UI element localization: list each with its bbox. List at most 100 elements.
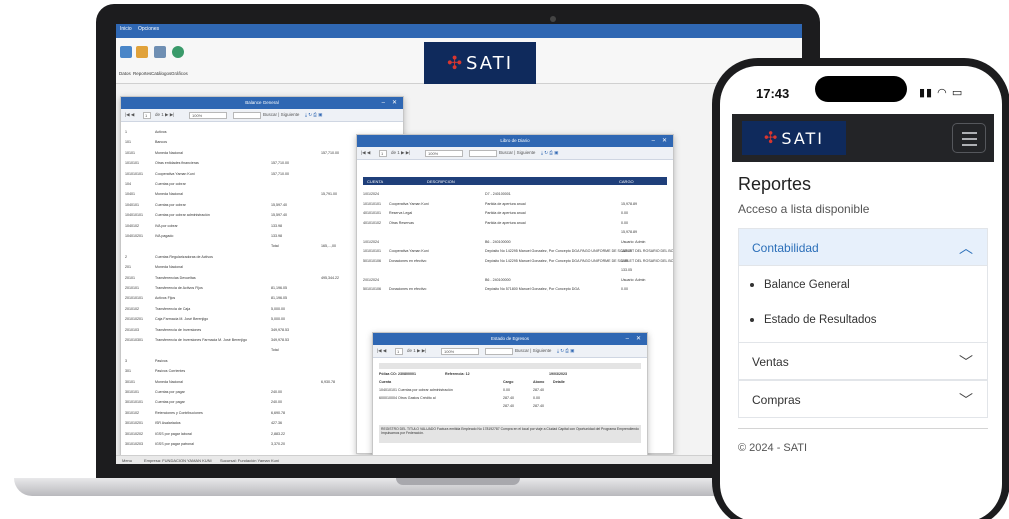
table-cell: ISR Asalariados [155, 421, 181, 426]
ribbon-label: Datos [119, 71, 131, 76]
diary-header: CUENTA DESCRIPCION CARGO [363, 177, 667, 185]
sati-logo-mark-icon: ✣ [446, 52, 463, 73]
minimize-icon[interactable]: – [652, 135, 655, 147]
accordion-compras[interactable]: Compras ﹀ [738, 380, 988, 418]
table-cell: 240.00 [271, 400, 282, 405]
nav-first-icon[interactable]: |◀ ◀ [125, 112, 134, 118]
table-cell: 5,000.00 [271, 306, 285, 311]
table-row: 401010102 Otras Reservas Partida de apertu… [357, 220, 673, 228]
table-cell: 0.00 [503, 388, 510, 392]
table-cell: Transferencia de Caja [155, 306, 191, 311]
table-cell: 301 [125, 369, 131, 374]
table-cell: Partida de apertura anual [485, 201, 526, 206]
accordion-label: Compras [752, 393, 801, 407]
table-cell: Otras Reservas [389, 220, 414, 225]
reports-icon [136, 46, 148, 58]
table-cell: 101010101 [363, 201, 381, 206]
table-cell: 501010106 [363, 287, 381, 291]
table-cell: Moneda Nacional [155, 150, 183, 155]
table-cell: Cuentas por cobrar [155, 202, 186, 207]
status-company: Empresa: FUNDACION YAMAN KUNI [144, 458, 212, 463]
report-link-balance-general[interactable]: Balance General [750, 279, 850, 291]
search-input[interactable] [233, 112, 261, 119]
nav-first-icon[interactable]: |◀ ◀ [361, 150, 370, 156]
accordion-contabilidad[interactable]: Contabilidad ︿ [738, 228, 988, 266]
tab-inicio[interactable]: Inicio [120, 26, 132, 32]
column-header: CUENTA [367, 179, 384, 184]
ribbon-label: Reportes [133, 71, 152, 76]
table-cell: Transferencia de Inversiones [155, 327, 202, 332]
table-cell: IVA pagado [155, 234, 174, 238]
desktop-app: Inicio Opciones Datos Reportes Catálogos… [116, 24, 802, 464]
table-cell: Total [271, 244, 279, 249]
nav-last-icon[interactable]: de 1 ▶ ▶| [155, 112, 174, 118]
accordion-ventas[interactable]: Ventas ﹀ [738, 342, 988, 380]
window-title-text: Estado de Egresos [490, 336, 530, 341]
table-cell: 495,344.22 [321, 275, 339, 280]
window-title-text: Libro de Diario [500, 138, 530, 143]
bullet-icon [750, 317, 754, 322]
report-link-estado-resultados[interactable]: Estado de Resultados [750, 314, 877, 326]
logo-text: SATI [781, 128, 825, 148]
export-icon[interactable]: ⤓ ↻ ⎙ ▣ [541, 150, 558, 156]
footer-divider [738, 428, 988, 429]
table-cell: 6,690.78 [271, 410, 285, 415]
zoom-value: 100% [192, 113, 203, 118]
table-cell: 133.05 [621, 268, 632, 272]
hamburger-icon [962, 144, 977, 146]
table-cell: 81,196.05 [271, 286, 287, 290]
table-row: 501010106 Donaciones en efectivo Depósito … [357, 286, 673, 294]
zoom-select[interactable]: 100% [189, 112, 227, 119]
table-cell: IGSS por pagar laboral [155, 431, 192, 436]
search-input[interactable] [469, 150, 497, 157]
status-menu[interactable]: Menu [122, 458, 132, 463]
page-input[interactable]: 1 [395, 348, 403, 355]
table-cell: Transferencias Devueltas [155, 275, 196, 280]
export-icon[interactable]: ⤓ ↻ ⎙ ▣ [557, 348, 574, 354]
table-cell: Moneda Nacional [155, 265, 183, 270]
table-cell: 349,978.53 [271, 338, 289, 342]
search-find-link[interactable]: Buscar | Siguiente [499, 150, 535, 155]
close-icon[interactable]: ✕ [662, 135, 667, 147]
minimize-icon[interactable]: – [626, 333, 629, 345]
page-input[interactable]: 1 [379, 150, 387, 157]
table-cell: 15,791.00 [321, 192, 337, 197]
table-cell: Transferencia de Inversiones Farmacia M.… [155, 338, 247, 342]
expenses-header: Cuenta Cargo Abono Detalle [373, 379, 647, 387]
table-cell: D7 - 240100001 [485, 192, 511, 196]
search-input[interactable] [485, 348, 513, 355]
tab-opciones[interactable]: Opciones [138, 26, 159, 32]
sati-logo[interactable]: ✣ SATI [742, 121, 846, 155]
menu-toggle-button[interactable] [952, 123, 986, 153]
export-icon[interactable]: ⤓ ↻ ⎙ ▣ [305, 112, 322, 118]
table-cell: Pasivos Corrientes [155, 369, 186, 374]
minimize-icon[interactable]: – [382, 97, 385, 109]
close-icon[interactable]: ✕ [636, 333, 641, 345]
wifi-icon: ◠ [937, 87, 948, 99]
table-cell: 133.05 [621, 249, 632, 253]
window-title-text: Balance General [245, 100, 279, 105]
search-find-link[interactable]: Buscar | Siguiente [263, 112, 299, 117]
table-cell: 0.00 [621, 211, 628, 215]
table-cell: 157,710.00 [321, 150, 339, 155]
table-cell: 20101 [125, 275, 135, 280]
nav-last-icon[interactable]: de 1 ▶ ▶| [391, 150, 410, 156]
nav-last-icon[interactable]: de 1 ▶ ▶| [407, 348, 426, 354]
search-find-link[interactable]: Buscar | Siguiente [515, 348, 551, 353]
table-cell: 3 [125, 358, 127, 363]
zoom-select[interactable]: 100% [441, 348, 479, 355]
table-cell: 104010201 [125, 234, 143, 238]
table-cell: 2010101 [125, 286, 139, 290]
table-cell: 2,883.22 [271, 431, 285, 436]
sati-logo: ✣ SATI [424, 42, 536, 84]
close-icon[interactable]: ✕ [392, 97, 397, 109]
table-cell: 240.00 [271, 390, 282, 394]
zoom-select[interactable]: 100% [425, 150, 463, 157]
table-cell: 101010101 [363, 249, 381, 253]
nav-first-icon[interactable]: |◀ ◀ [377, 348, 386, 354]
page-input[interactable]: 1 [143, 112, 151, 119]
page-value: 1 [145, 113, 148, 118]
table-cell: 104010101 Cuentas por cobrar administrac… [379, 388, 453, 392]
report-toolbar: |◀ ◀ 1 de 1 ▶ ▶| 100% Buscar | Siguiente… [357, 147, 673, 160]
table-cell: 427.36 [271, 421, 282, 426]
